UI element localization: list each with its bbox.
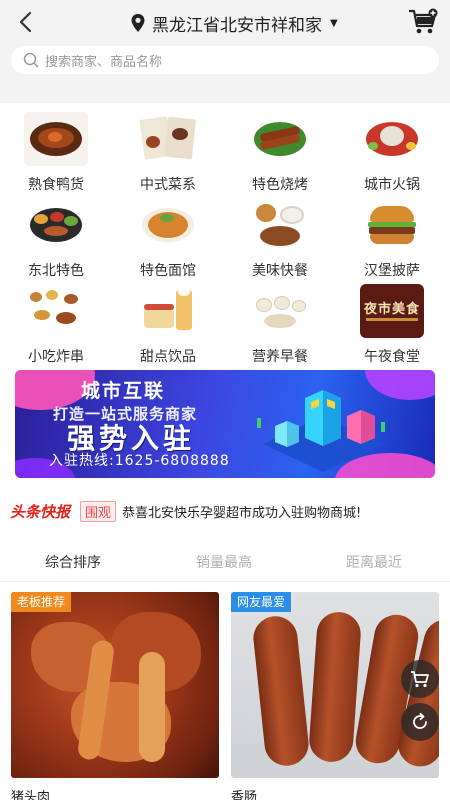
search-icon [23, 52, 39, 68]
fast-meal-icon [248, 198, 312, 252]
midnight-thumb-text: 夜市美食 [363, 302, 420, 317]
news-logo: 头条快报 [10, 502, 71, 521]
category-item[interactable]: 夜市美食 午夜食堂 [336, 284, 448, 366]
header: 黑龙江省北安市祥和家 ▼ 搜索商家、商品名称 [0, 0, 450, 103]
category-label: 甜点饮品 [140, 349, 196, 365]
category-label: 城市火锅 [364, 177, 420, 193]
snack-skewers-icon [24, 284, 88, 338]
noodle-bowl-icon [136, 198, 200, 252]
search-bar[interactable]: 搜索商家、商品名称 [11, 46, 439, 74]
product-name[interactable]: 猪头肉 [11, 786, 50, 800]
category-item[interactable]: 汉堡披萨 [336, 198, 448, 280]
bbq-skewers-icon [248, 112, 312, 166]
isometric-city-illustration [257, 390, 385, 472]
category-label: 小吃炸串 [28, 349, 84, 365]
category-label: 营养早餐 [252, 349, 308, 365]
search-placeholder: 搜索商家、商品名称 [45, 54, 163, 70]
dropdown-caret-icon: ▼ [330, 17, 338, 29]
meat-chunk [139, 652, 165, 762]
category-label: 特色烧烤 [252, 177, 308, 193]
category-label: 美味快餐 [252, 263, 308, 279]
category-label: 熟食鸭货 [28, 177, 84, 193]
burger-icon [360, 198, 424, 252]
sausage [307, 610, 363, 764]
location-text: 黑龙江省北安市祥和家 [152, 15, 322, 36]
cart-icon [411, 671, 429, 688]
product-card-image[interactable]: 老板推荐 [11, 592, 219, 778]
category-label: 中式菜系 [140, 177, 196, 193]
sort-tabs: 综合排序 销量最高 距离最近 [0, 542, 450, 582]
category-item[interactable]: 城市火锅 [336, 112, 448, 194]
product-badge: 网友最爱 [231, 592, 292, 612]
news-text: 恭喜北安快乐孕婴超市成功入驻购物商城! [122, 505, 362, 521]
shopping-cart-icon[interactable] [408, 8, 438, 36]
northeast-platter-icon [24, 198, 88, 252]
sausage [251, 614, 311, 768]
location-selector[interactable]: 黑龙江省北安市祥和家 ▼ [130, 10, 338, 36]
category-item[interactable]: 美味快餐 [224, 198, 336, 280]
app-screen: 黑龙江省北安市祥和家 ▼ 搜索商家、商品名称 熟食鸭货 中式菜系 特色烧烤 城市… [0, 0, 450, 800]
category-item[interactable]: 甜点饮品 [112, 284, 224, 366]
category-item[interactable]: 特色面馆 [112, 198, 224, 280]
category-item[interactable]: 中式菜系 [112, 112, 224, 194]
breakfast-icon [248, 284, 312, 338]
category-label: 午夜食堂 [364, 349, 420, 365]
floating-refresh-button[interactable] [401, 703, 439, 741]
dessert-drink-icon [136, 284, 200, 338]
banner-hotline: 入驻热线:1625-6808888 [49, 453, 230, 469]
product-badge: 老板推荐 [11, 592, 72, 612]
product-name[interactable]: 香肠 [231, 786, 257, 800]
tab-comprehensive[interactable]: 综合排序 [45, 552, 101, 572]
category-item[interactable]: 营养早餐 [224, 284, 336, 366]
floating-cart-button[interactable] [401, 660, 439, 698]
category-label: 特色面馆 [140, 263, 196, 279]
category-label: 汉堡披萨 [364, 263, 420, 279]
category-label: 东北特色 [28, 263, 84, 279]
tab-top-sales[interactable]: 销量最高 [196, 552, 252, 572]
hotpot-icon [360, 112, 424, 166]
tab-nearest[interactable]: 距离最近 [346, 552, 402, 572]
news-tag: 围观 [80, 500, 117, 522]
location-pin-icon [131, 14, 145, 32]
duck-dish-icon [24, 112, 88, 166]
refresh-icon [413, 712, 427, 729]
back-arrow-icon[interactable] [14, 10, 38, 34]
chinese-menu-icon [136, 112, 200, 166]
banner-title: 城市互联 [81, 380, 166, 402]
category-item[interactable]: 小吃炸串 [0, 284, 112, 366]
news-ticker[interactable]: 头条快报 围观 恭喜北安快乐孕婴超市成功入驻购物商城! [0, 498, 450, 524]
promo-banner[interactable]: 城市互联 打造一站式服务商家 强势入驻 入驻热线:1625-6808888 [15, 370, 435, 478]
category-item[interactable]: 特色烧烤 [224, 112, 336, 194]
category-item[interactable]: 东北特色 [0, 198, 112, 280]
category-item[interactable]: 熟食鸭货 [0, 112, 112, 194]
top-bar: 黑龙江省北安市祥和家 ▼ [0, 0, 450, 44]
midnight-canteen-icon: 夜市美食 [360, 284, 424, 338]
